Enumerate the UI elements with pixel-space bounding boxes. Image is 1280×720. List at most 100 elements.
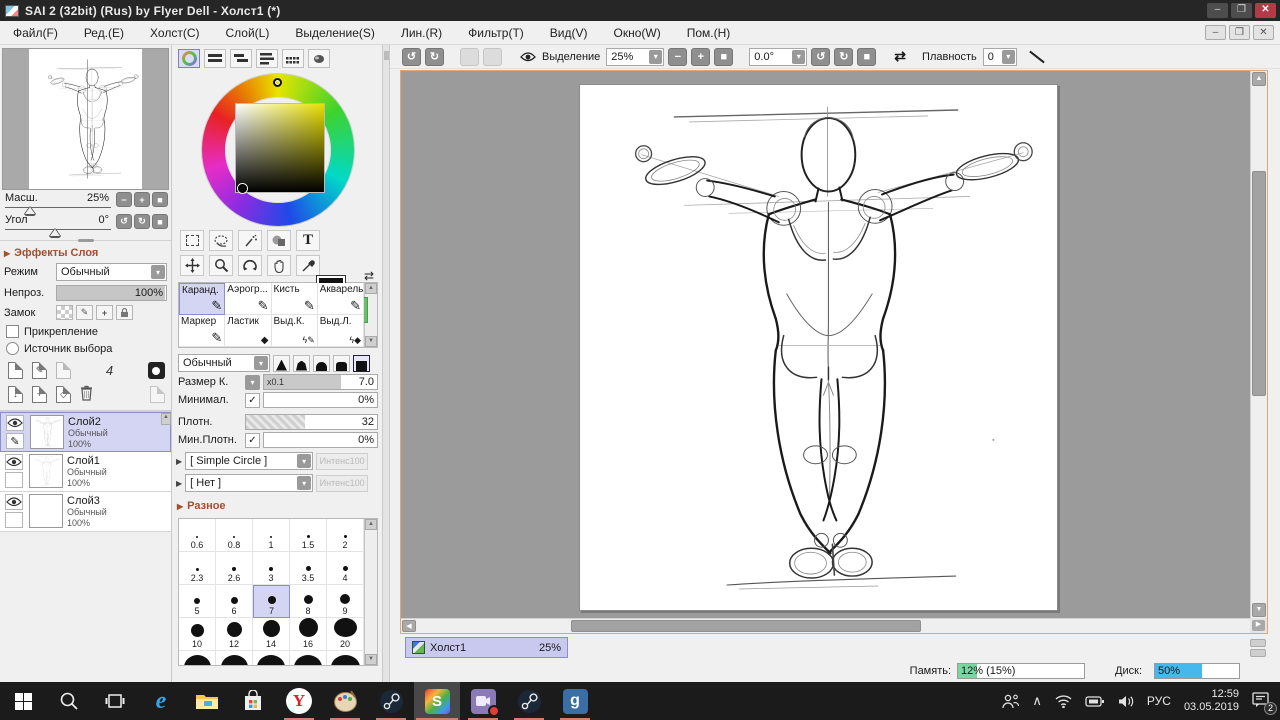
magic-wand-icon[interactable] (238, 230, 262, 251)
transfer-down-button[interactable]: ↓ (8, 386, 23, 403)
text-tool-icon[interactable]: T (296, 230, 320, 251)
menu-layer[interactable]: Слой(L) (212, 26, 282, 40)
clear-layer-button[interactable]: ◇ (56, 386, 71, 403)
layer2-visibility-eye-icon[interactable] (6, 415, 24, 431)
menu-view[interactable]: Вид(V) (537, 26, 601, 40)
scale-slider-handle[interactable] (25, 207, 35, 214)
size-9[interactable]: 9 (327, 585, 364, 618)
tool-eraser[interactable]: Ластик◆ (225, 315, 271, 347)
dropdown-arrow-icon[interactable]: ▾ (151, 265, 165, 279)
layer-row-1[interactable]: Слой1 Обычный 100% (0, 452, 171, 492)
canvas-vertical-scrollbar[interactable]: ▲ ▼ (1250, 71, 1267, 618)
tool-pencil[interactable]: Каранд.✎ (179, 283, 225, 315)
line-quality-icon[interactable] (1027, 49, 1043, 65)
rotate-reset-button[interactable]: ■ (152, 214, 168, 229)
dropdown-arrow-icon[interactable]: ▾ (297, 454, 311, 468)
scroll-up-icon[interactable]: ▲ (365, 519, 377, 530)
brush-edge-square[interactable] (353, 355, 370, 372)
size-10[interactable]: 10 (179, 618, 216, 651)
doc-restore-button[interactable]: ❐ (1229, 25, 1250, 40)
selection-source-row[interactable]: Источник выбора (0, 339, 171, 356)
scale-slider[interactable]: Масш. 25% (5, 192, 111, 208)
size-0.6[interactable]: 0.6 (179, 519, 216, 552)
layer-mask-button[interactable] (148, 362, 165, 379)
layer-list-scroll-up[interactable]: ▲ (161, 413, 171, 425)
corner-button[interactable]: ▶ (1252, 620, 1265, 631)
min-size-checkbox[interactable]: ✓ (245, 393, 260, 408)
clipping-row[interactable]: Прикрепление (0, 322, 171, 339)
zoom-in-button[interactable]: + (691, 48, 710, 66)
size-row5[interactable] (327, 651, 364, 666)
tool-brush[interactable]: Кисть✎ (272, 283, 318, 315)
wifi-icon[interactable] (1055, 695, 1072, 708)
size-1[interactable]: 1 (253, 519, 290, 552)
taskbar-app-edge[interactable]: e (138, 682, 184, 720)
brush-edge-hardest[interactable] (273, 355, 290, 372)
rotate-view-icon[interactable] (238, 255, 262, 276)
vertical-scroll-thumb[interactable] (1252, 171, 1266, 396)
size-6[interactable]: 6 (216, 585, 253, 618)
menu-selection[interactable]: Выделение(S) (282, 26, 388, 40)
color-wheel-tab[interactable] (178, 49, 200, 68)
size-2[interactable]: 2 (327, 519, 364, 552)
hue-marker[interactable] (273, 78, 282, 87)
restore-button[interactable]: ❐ (1231, 3, 1252, 18)
canvas-viewport[interactable] (401, 71, 1250, 618)
size-8[interactable]: 8 (290, 585, 327, 618)
delete-layer-button[interactable] (80, 385, 93, 404)
tab-scroll-buttons[interactable] (1250, 639, 1266, 657)
hsv-sliders-tab[interactable] (230, 49, 252, 68)
size-row5[interactable] (253, 651, 290, 666)
lock-pencil-icon[interactable]: ✎ (76, 305, 93, 320)
taskbar-app-yandex[interactable]: Y (276, 682, 322, 720)
min-size-slider[interactable]: 0% (263, 392, 378, 408)
lock-transparency-icon[interactable] (56, 305, 73, 320)
size-1.5[interactable]: 1.5 (290, 519, 327, 552)
layer-row-2[interactable]: ✎ Слой2 Обычный 100% ▲ (0, 412, 171, 452)
shape-tool-icon[interactable] (267, 230, 291, 251)
zoom-select[interactable]: 25% ▾ (606, 48, 664, 66)
angle-slider[interactable]: Угол 0° (5, 214, 111, 230)
taskbar-app-g[interactable]: g (552, 682, 598, 720)
angle-select[interactable]: 0.0° ▾ (749, 48, 807, 66)
menu-edit[interactable]: Ред.(E) (71, 26, 137, 40)
size-14[interactable]: 14 (253, 618, 290, 651)
panel-divider[interactable] (0, 240, 171, 241)
lasso-select-icon[interactable] (209, 230, 233, 251)
rotate-cw-button[interactable]: ↻ (834, 48, 853, 66)
size-row5[interactable] (290, 651, 327, 666)
navigator-preview[interactable] (2, 48, 169, 190)
menu-canvas[interactable]: Холст(C) (137, 26, 212, 40)
brush-blend-select[interactable]: Обычный ▾ (178, 354, 270, 372)
selection-source-radio[interactable] (6, 342, 19, 355)
minimize-button[interactable]: – (1207, 3, 1228, 18)
zoom-in-button[interactable]: + (134, 192, 150, 207)
smoothness-select[interactable]: 0 ▾ (983, 48, 1017, 66)
rotate-ccw-button[interactable]: ↺ (811, 48, 830, 66)
new-sketch-layer-button[interactable]: ✎ (32, 362, 47, 379)
speaker-icon[interactable] (1118, 695, 1134, 708)
layer-row-3[interactable]: Слой3 Обычный 100% (0, 492, 171, 532)
layer3-visibility-eye-icon[interactable] (5, 494, 23, 510)
dropdown-arrow-icon[interactable]: ▾ (649, 50, 662, 64)
scroll-down-icon[interactable]: ▼ (365, 654, 377, 665)
menu-filter[interactable]: Фильтр(T) (455, 26, 537, 40)
selection-eye-icon[interactable] (520, 52, 536, 62)
panel-splitter[interactable] (383, 45, 390, 682)
swap-colors-icon[interactable]: ⇄ (364, 269, 374, 283)
brush-edge-hard[interactable] (293, 355, 310, 372)
zoom-reset-button[interactable]: ■ (714, 48, 733, 66)
size-3[interactable]: 3 (253, 552, 290, 585)
lock-padlock-icon[interactable] (116, 305, 133, 320)
scroll-left-icon[interactable]: ◀ (402, 620, 416, 632)
undo-button[interactable]: ↺ (402, 48, 421, 66)
zoom-out-button[interactable]: − (668, 48, 687, 66)
pen-tool-badge[interactable]: 4 (106, 363, 113, 378)
brush-texture-select[interactable]: [ Нет ] ▾ (185, 474, 313, 492)
new-layer-set-button[interactable] (56, 362, 71, 379)
taskbar-app-explorer[interactable] (184, 682, 230, 720)
brush-shape-select[interactable]: [ Simple Circle ] ▾ (185, 452, 313, 470)
scroll-up-icon[interactable]: ▲ (1252, 72, 1266, 86)
size-20[interactable]: 20 (327, 618, 364, 651)
lock-move-icon[interactable]: + (96, 305, 113, 320)
